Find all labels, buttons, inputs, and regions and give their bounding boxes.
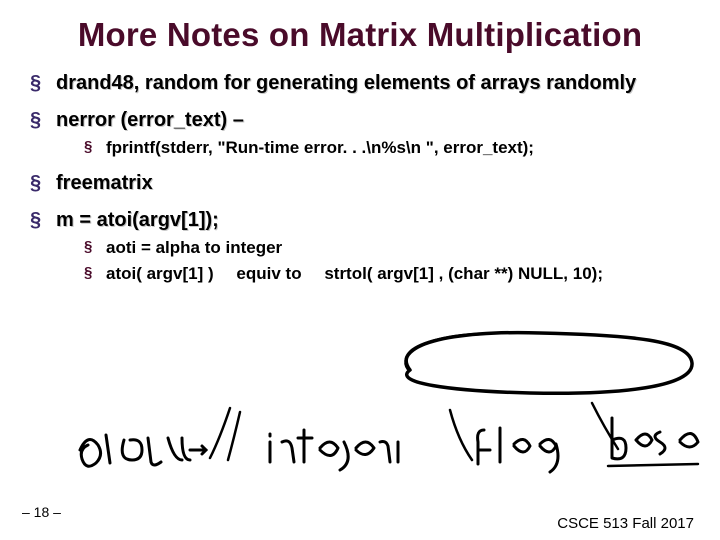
ink-connector: [200, 400, 260, 480]
ink-connector: [580, 395, 630, 465]
sub-item: fprintf(stderr, "Run-time error. . .\n%s…: [84, 138, 690, 158]
ink-circle: [380, 325, 700, 405]
bullet-item: drand48, random for generating elements …: [30, 72, 690, 95]
bullet-text: m = atoi(argv[1]);: [56, 209, 219, 231]
sub-list: aoti = alpha to integer atoi( argv[1] ) …: [56, 238, 690, 284]
sub-item: aoti = alpha to integer: [84, 238, 690, 258]
sub-equiv: equiv to: [236, 264, 301, 283]
bullet-item: freematrix: [30, 172, 690, 195]
slide-title: More Notes on Matrix Multiplication: [30, 16, 690, 54]
sub-item: atoi( argv[1] ) equiv to strtol( argv[1]…: [84, 264, 690, 284]
ink-word-integer: [260, 420, 420, 480]
bullet-text: freematrix: [56, 172, 153, 194]
ink-word-flag: [470, 420, 580, 480]
ink-word-base: [600, 410, 710, 480]
ink-word-alpha: [70, 420, 210, 480]
sub-text-a: atoi( argv[1] ): [106, 264, 214, 283]
bullet-text: drand48, random for generating elements …: [56, 72, 636, 94]
bullet-item: m = atoi(argv[1]); aoti = alpha to integ…: [30, 209, 690, 284]
sub-text: fprintf(stderr, "Run-time error. . .\n%s…: [106, 138, 534, 157]
ink-connector: [440, 400, 490, 480]
bullet-text: nerror (error_text) –: [56, 109, 244, 131]
bullet-item: nerror (error_text) – fprintf(stderr, "R…: [30, 109, 690, 158]
slide: More Notes on Matrix Multiplication dran…: [0, 0, 720, 540]
sub-text-b: strtol( argv[1] , (char **) NULL, 10);: [324, 264, 603, 283]
course-footer: CSCE 513 Fall 2017: [557, 515, 694, 532]
sub-list: fprintf(stderr, "Run-time error. . .\n%s…: [56, 138, 690, 158]
sub-text: aoti = alpha to integer: [106, 238, 282, 257]
bullet-list: drand48, random for generating elements …: [30, 72, 690, 284]
slide-number: – 18 –: [22, 504, 61, 520]
